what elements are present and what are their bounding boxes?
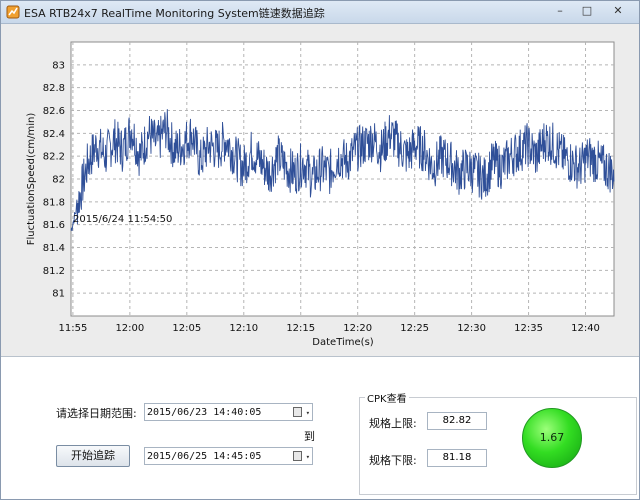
cpk-group-title: CPK查看 xyxy=(365,390,409,405)
lower-limit-field[interactable]: 81.18 xyxy=(427,449,487,467)
calendar-icon[interactable] xyxy=(293,407,302,417)
y-tick-label: 81 xyxy=(52,289,65,300)
x-tick-label: 11:55 xyxy=(58,323,87,334)
date-to-value: 2015/06/25 14:45:05 xyxy=(147,451,262,462)
y-tick-label: 82 xyxy=(52,175,65,186)
window-title: ESA RTB24x7 RealTime Monitoring System链速… xyxy=(24,7,325,20)
cpk-groupbox: CPK查看 规格上限: 82.82 规格下限: 81.18 1.67 xyxy=(359,390,637,495)
x-tick-label: 12:00 xyxy=(115,323,144,334)
start-tracking-button[interactable]: 开始追踪 xyxy=(56,445,130,467)
calendar-icon[interactable] xyxy=(293,451,302,461)
x-tick-label: 12:35 xyxy=(514,323,543,334)
y-tick-label: 81.6 xyxy=(43,220,65,231)
upper-limit-field[interactable]: 82.82 xyxy=(427,412,487,430)
chevron-down-icon[interactable]: ▾ xyxy=(306,448,310,466)
close-button[interactable]: ✕ xyxy=(601,3,635,19)
x-tick-label: 12:20 xyxy=(343,323,372,334)
minimize-button[interactable]: – xyxy=(547,3,573,19)
y-tick-label: 81.8 xyxy=(43,197,65,208)
to-label: 到 xyxy=(304,430,315,443)
y-tick-labels: 81 81.2 81.4 81.6 81.8 82 82.2 82.4 82.6 82.8 83 xyxy=(43,60,65,299)
x-tick-labels: 11:55 12:00 12:05 12:10 12:15 12:20 12:25 12:30… xyxy=(58,323,599,334)
y-tick-label: 81.4 xyxy=(43,243,65,254)
app-window: ESA RTB24x7 RealTime Monitoring System链速… xyxy=(0,0,640,500)
lower-limit-label: 规格下限: xyxy=(369,454,417,467)
chevron-down-icon[interactable]: ▾ xyxy=(306,404,310,422)
cpk-status-indicator: 1.67 xyxy=(522,408,582,468)
y-tick-label: 82.8 xyxy=(43,83,65,94)
x-tick-label: 12:10 xyxy=(229,323,258,334)
y-tick-label: 81.2 xyxy=(43,266,65,277)
fluctuation-chart: 81 81.2 81.4 81.6 81.8 82 82.2 82.4 82.6 82.8 83 1… xyxy=(26,41,615,348)
date-from-picker[interactable]: 2015/06/23 14:40:05 ▾ xyxy=(144,403,313,421)
date-from-value: 2015/06/23 14:40:05 xyxy=(147,407,262,418)
x-tick-label: 12:05 xyxy=(172,323,201,334)
x-tick-label: 12:40 xyxy=(571,323,600,334)
x-axis-label: DateTime(s) xyxy=(312,337,373,348)
y-tick-label: 82.2 xyxy=(43,152,65,163)
y-tick-label: 82.6 xyxy=(43,106,65,117)
x-tick-label: 12:30 xyxy=(457,323,486,334)
chart-annotation: 2015/6/24 11:54:50 xyxy=(73,214,172,225)
upper-limit-label: 规格上限: xyxy=(369,417,417,430)
maximize-button[interactable]: □ xyxy=(574,3,600,19)
chart-area: 81 81.2 81.4 81.6 81.8 82 82.2 82.4 82.6 82.8 83 1… xyxy=(1,24,639,357)
control-panel: 请选择日期范围: 2015/06/23 14:40:05 ▾ 到 开始追踪 20… xyxy=(1,357,639,499)
app-icon xyxy=(6,5,20,19)
x-tick-label: 12:25 xyxy=(400,323,429,334)
date-range-label: 请选择日期范围: xyxy=(56,407,137,420)
y-tick-label: 83 xyxy=(52,60,65,71)
y-tick-label: 82.4 xyxy=(43,129,65,140)
x-tick-label: 12:15 xyxy=(286,323,315,334)
title-bar: ESA RTB24x7 RealTime Monitoring System链速… xyxy=(1,1,639,24)
date-to-picker[interactable]: 2015/06/25 14:45:05 ▾ xyxy=(144,447,313,465)
y-axis-label: FluctuationSpeed(cm/min) xyxy=(26,113,37,246)
